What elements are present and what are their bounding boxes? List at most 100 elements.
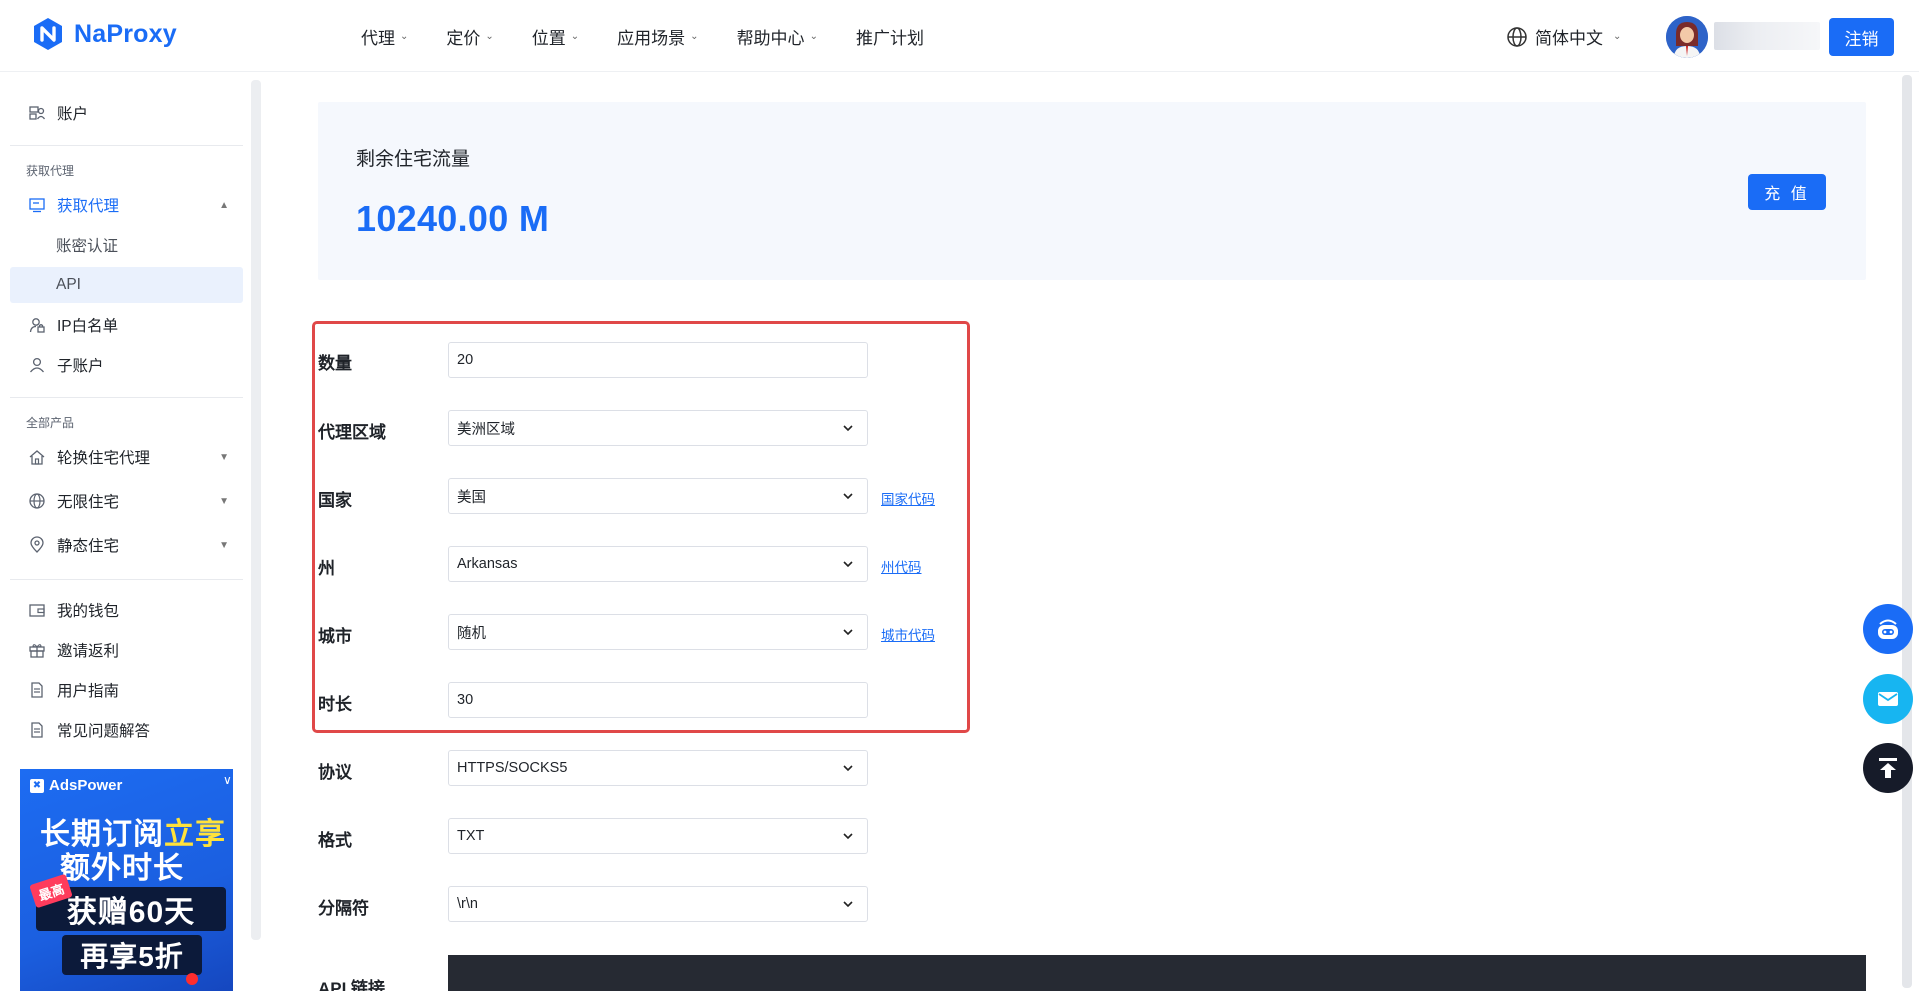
- chevron-down-icon: ⌄: [1613, 31, 1622, 42]
- sidebar: 账户 获取代理 获取代理 ▲ 账密认证 API IP白名单 子账户 全部产品 轮…: [0, 73, 250, 991]
- protocol-label: 协议: [318, 763, 352, 782]
- nav-label: 推广计划: [855, 28, 924, 48]
- state-select[interactable]: Arkansas: [448, 546, 868, 582]
- email-button[interactable]: [1863, 674, 1913, 724]
- state-label: 州: [318, 559, 335, 578]
- sidebar-item-label: 邀请返利: [57, 643, 120, 660]
- sidebar-item-sub-account[interactable]: 子账户: [10, 347, 243, 383]
- recharge-button[interactable]: 充 值: [1748, 174, 1826, 210]
- nav-affiliate[interactable]: 推广计划: [856, 24, 924, 49]
- chatbot-button[interactable]: [1863, 604, 1913, 654]
- sidebar-item-label: IP白名单: [57, 318, 119, 335]
- location-pin-icon: [27, 535, 47, 555]
- promo-line-4: 再享5折: [62, 935, 202, 975]
- city-select[interactable]: 随机: [448, 614, 868, 650]
- sidebar-item-label: API: [56, 276, 81, 293]
- nav-label: 帮助中心: [736, 28, 805, 48]
- nav-label: 位置: [531, 28, 566, 48]
- nav-locations[interactable]: 位置 ⌄: [532, 24, 579, 49]
- sidebar-item-auth[interactable]: 账密认证: [10, 227, 243, 263]
- avatar[interactable]: [1666, 16, 1708, 58]
- sidebar-item-static-residential[interactable]: 静态住宅 ▼: [10, 527, 243, 563]
- nav-help-center[interactable]: 帮助中心 ⌄: [737, 24, 818, 49]
- caret-down-icon: ▼: [219, 451, 229, 463]
- brand-logo[interactable]: NaProxy: [30, 16, 177, 52]
- language-selector[interactable]: 简体中文 ⌄: [1506, 24, 1621, 49]
- sidebar-item-label: 账密认证: [56, 238, 119, 255]
- region-select[interactable]: 美洲区域: [448, 410, 868, 446]
- caret-down-icon: ▼: [219, 495, 229, 507]
- top-header: NaProxy 代理 ⌄ 定价 ⌄ 位置 ⌄ 应用场景 ⌄ 帮助中心 ⌄ 推广计划 简体中…: [0, 0, 1919, 72]
- nav-proxy[interactable]: 代理 ⌄: [361, 24, 408, 49]
- scrollbar-thumb[interactable]: [1902, 75, 1912, 988]
- balance-card: 剩余住宅流量 10240.00 M 充 值: [318, 102, 1866, 280]
- balance-label: 剩余住宅流量: [356, 149, 471, 170]
- format-select[interactable]: TXT: [448, 818, 868, 854]
- document-icon: [27, 680, 47, 700]
- api-link-label: API 链接: [318, 979, 386, 991]
- arrow-up-icon: [1879, 758, 1897, 778]
- sidebar-item-get-proxy[interactable]: 获取代理 ▲: [10, 187, 243, 223]
- nav-label: 代理: [361, 28, 395, 48]
- nav-pricing[interactable]: 定价 ⌄: [446, 24, 493, 49]
- sidebar-item-account[interactable]: 账户: [10, 95, 243, 131]
- naproxy-logo-icon: [34, 18, 62, 50]
- nav-label: 应用场景: [617, 28, 686, 48]
- sidebar-item-wallet[interactable]: 我的钱包: [10, 592, 243, 628]
- sidebar-item-user-guide[interactable]: 用户指南: [10, 672, 243, 708]
- balance-value: 10240.00 M: [356, 198, 550, 239]
- sidebar-item-label: 用户指南: [57, 683, 120, 700]
- country-select[interactable]: 美国: [448, 478, 868, 514]
- username-placeholder: [1714, 22, 1820, 50]
- promo-dot: [186, 973, 198, 985]
- mail-icon: [1878, 692, 1898, 706]
- protocol-select[interactable]: HTTPS/SOCKS5: [448, 750, 868, 786]
- sidebar-item-unlimited-residential[interactable]: 无限住宅 ▼: [10, 483, 243, 519]
- region-value: 美洲区域: [457, 421, 515, 438]
- country-value: 美国: [457, 489, 486, 506]
- account-icon: [27, 103, 47, 123]
- format-value: TXT: [457, 828, 485, 844]
- main-scrollbar[interactable]: [1896, 73, 1919, 991]
- main-nav: 代理 ⌄ 定价 ⌄ 位置 ⌄ 应用场景 ⌄ 帮助中心 ⌄ 推广计划: [361, 0, 962, 72]
- sidebar-item-ip-whitelist[interactable]: IP白名单: [10, 307, 243, 343]
- divider: [10, 145, 243, 146]
- city-label: 城市: [318, 627, 352, 646]
- sidebar-item-label: 无限住宅: [57, 494, 120, 511]
- close-icon[interactable]: ∨: [223, 773, 232, 787]
- state-code-link[interactable]: 州代码: [881, 556, 922, 576]
- sidebar-item-rotating-residential[interactable]: 轮换住宅代理 ▼: [10, 439, 243, 475]
- nav-label: 定价: [446, 28, 481, 48]
- language-label: 简体中文: [1535, 29, 1603, 48]
- sidebar-item-invite[interactable]: 邀请返利: [10, 632, 243, 668]
- back-to-top-button[interactable]: [1863, 743, 1913, 793]
- divider: [10, 397, 243, 398]
- promo-brand: ✖ AdsPower: [30, 777, 122, 794]
- group-title-all-products: 全部产品: [26, 416, 75, 430]
- separator-select[interactable]: \r\n: [448, 886, 868, 922]
- quantity-input[interactable]: [448, 342, 868, 378]
- user-icon: [27, 355, 47, 375]
- country-code-link[interactable]: 国家代码: [881, 488, 935, 508]
- caret-up-icon: ▲: [219, 199, 229, 211]
- sidebar-scrollbar[interactable]: [251, 80, 261, 940]
- state-value: Arkansas: [457, 556, 518, 572]
- city-code-link[interactable]: 城市代码: [881, 624, 935, 644]
- brand-name: NaProxy: [74, 19, 177, 48]
- logout-button[interactable]: 注销: [1829, 18, 1894, 56]
- chevron-down-icon: [843, 901, 853, 908]
- duration-input[interactable]: [448, 682, 868, 718]
- caret-down-icon: ▼: [219, 539, 229, 551]
- gift-icon: [27, 640, 47, 660]
- promo-banner[interactable]: ✖ AdsPower ∨ 长期订阅立享 额外时长 获赠60天 最高 再享5折: [20, 769, 233, 991]
- wallet-icon: [27, 600, 47, 620]
- chevron-down-icon: ⌄: [809, 30, 818, 42]
- promo-brand-label: AdsPower: [49, 777, 123, 794]
- sidebar-item-api[interactable]: API: [10, 267, 243, 303]
- globe-icon: [1507, 26, 1527, 47]
- api-link-output[interactable]: [448, 955, 1866, 991]
- nav-use-cases[interactable]: 应用场景 ⌄: [617, 24, 698, 49]
- sidebar-item-faq[interactable]: 常见问题解答: [10, 712, 243, 748]
- home-icon: [27, 447, 47, 467]
- user-avatar-icon: [1666, 16, 1708, 58]
